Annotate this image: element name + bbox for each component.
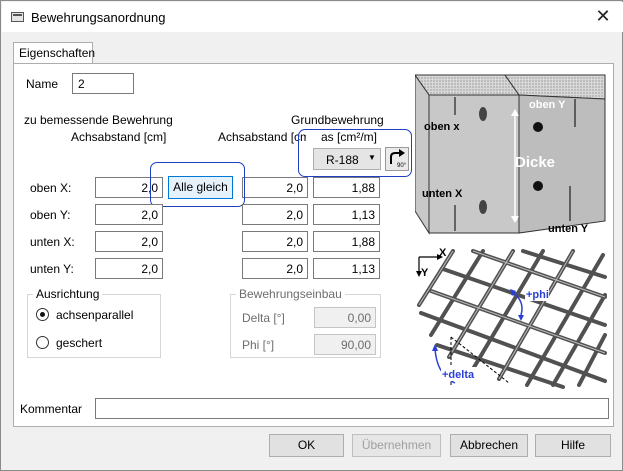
axis-y-label: Y [421, 267, 429, 279]
apply-button[interactable]: Übernehmen [352, 434, 441, 457]
radio-geschert[interactable] [36, 336, 49, 349]
achsabstand-right-header: Achsabstand [cm] [218, 130, 306, 144]
as-input[interactable]: 1,13 [313, 258, 380, 279]
radio-achsenparallel-label[interactable]: achsenparallel [56, 308, 133, 322]
name-input[interactable]: 2 [72, 73, 134, 94]
window-title: Bewehrungsanordnung [31, 10, 166, 25]
tab-eigenschaften[interactable]: Eigenschaften [13, 42, 95, 64]
as-input[interactable]: 1,88 [313, 231, 380, 252]
achsabstand-input[interactable]: 2,0 [95, 231, 163, 252]
axis-x-label: X [439, 247, 447, 259]
label-oben-x: oben x [424, 121, 460, 133]
grundbewehrung-header: Grundbewehrung [291, 113, 384, 127]
alle-gleich-highlight [150, 162, 245, 207]
slab-diagram: oben x oben Y Dicke unten X unten Y [415, 74, 606, 235]
phi-label: Phi [°] [242, 338, 275, 352]
grund-achsabstand-input[interactable]: 2,0 [242, 177, 308, 198]
help-button[interactable]: Hilfe [535, 434, 611, 457]
combo-highlight [298, 129, 412, 177]
row-label: unten Y: [30, 262, 74, 276]
label-dicke: Dicke [515, 154, 555, 171]
dialog-window: Bewehrungsanordnung ✕ Eigenschaften Name… [0, 0, 623, 471]
kommentar-input[interactable] [95, 398, 609, 419]
name-label: Name [26, 77, 59, 91]
label-oben-y: oben Y [529, 99, 566, 111]
grund-achsabstand-input[interactable]: 2,0 [242, 204, 308, 225]
achsabstand-input[interactable]: 2,0 [95, 258, 163, 279]
close-icon[interactable]: ✕ [590, 5, 616, 29]
mesh-diagram: X Y +phi +delta [416, 247, 607, 389]
zu-bemessende-header: zu bemessende Bewehrung [24, 113, 173, 127]
row-label: unten X: [30, 235, 75, 249]
phi-diagram-label: +phi [526, 289, 549, 301]
as-input[interactable]: 1,88 [313, 177, 380, 198]
achsabstand-input[interactable]: 2,0 [95, 204, 163, 225]
grund-achsabstand-input[interactable]: 2,0 [242, 258, 308, 279]
as-input[interactable]: 1,13 [313, 204, 380, 225]
row-label: oben X: [30, 181, 72, 195]
cancel-button[interactable]: Abbrechen [450, 434, 528, 457]
title-bar: Bewehrungsanordnung ✕ [2, 2, 623, 32]
delta-input[interactable]: 0,00 [314, 307, 376, 328]
grund-achsabstand-input[interactable]: 2,0 [242, 231, 308, 252]
achsabstand-left-header: Achsabstand [cm] [71, 130, 167, 144]
phi-input[interactable]: 90,00 [314, 334, 376, 355]
delta-diagram-label: +delta [442, 369, 475, 381]
radio-geschert-label[interactable]: geschert [56, 336, 102, 350]
label-unten-x: unten X [422, 188, 463, 200]
ok-button[interactable]: OK [269, 434, 344, 457]
radio-achsenparallel[interactable] [36, 308, 49, 321]
einbau-title: Bewehrungseinbau [236, 287, 345, 301]
row-label: oben Y: [30, 208, 71, 222]
label-unten-y: unten Y [548, 223, 589, 235]
ausrichtung-title: Ausrichtung [33, 287, 103, 301]
slab-front-face [428, 94, 520, 234]
delta-label: Delta [°] [242, 311, 285, 325]
window-icon [11, 12, 24, 22]
kommentar-label: Kommentar [20, 402, 83, 416]
